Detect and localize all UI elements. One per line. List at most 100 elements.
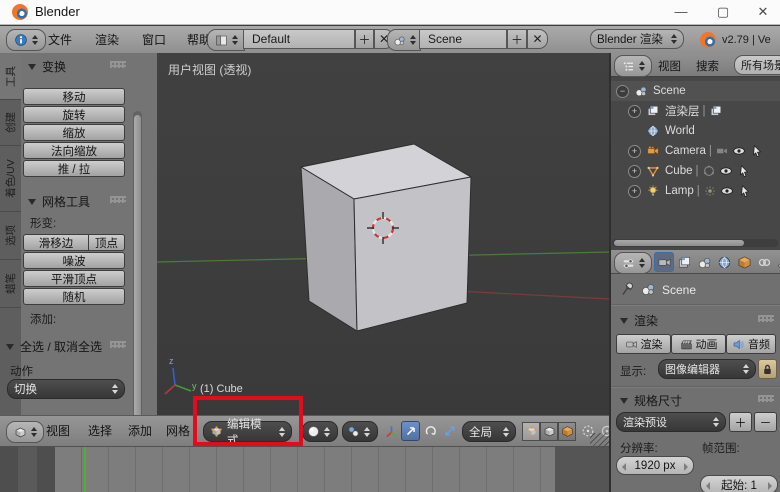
render-button[interactable]: 渲染 [616,334,671,354]
resolution-x-field[interactable]: 1920 px [616,456,694,475]
scene-name-field[interactable]: Scene [419,29,507,49]
randomize-button[interactable]: 随机 [23,288,125,305]
outliner-row-camera[interactable]: + Camera | [610,141,780,161]
region-divider[interactable] [609,53,611,492]
menu-file[interactable]: 文件 [48,26,72,54]
panel-header-transform[interactable]: 变换 [28,58,66,75]
outliner-row-world[interactable]: World [610,121,780,141]
outliner-row-scene[interactable]: − Scene [610,81,780,101]
shelf-tab-grease-pencil[interactable]: 蜡笔 [0,260,21,308]
panel-grip-icon[interactable] [110,341,126,348]
tab-scene[interactable] [694,252,714,272]
panel-grip-icon[interactable] [110,196,126,203]
render-presets-dropdown[interactable]: 渲染预设 [616,412,726,432]
panel-grip-icon[interactable] [110,61,126,68]
shading-dropdown[interactable] [302,421,338,442]
shrink-fatten-button[interactable]: 法向缩放 [23,142,125,159]
edge-slide-button[interactable]: 滑移边 [23,234,89,251]
viewport-menu-select[interactable]: 选择 [88,416,112,446]
menu-render[interactable]: 渲染 [95,26,119,54]
info-editor-type-button[interactable] [6,29,46,51]
panel-header-render[interactable]: 渲染 [620,312,658,329]
preset-remove-button[interactable]: － [754,412,777,432]
screen-layout-name-field[interactable]: Default [243,29,355,49]
maximize-button[interactable]: ▢ [708,0,738,24]
selectability-cursor-icon[interactable] [738,184,752,198]
scale-button[interactable]: 缩放 [23,124,125,141]
tab-render-layers[interactable] [674,252,694,272]
smooth-vertex-button[interactable]: 平滑顶点 [23,270,125,287]
manipulator-toggle-button[interactable] [382,421,400,441]
visibility-eye-icon[interactable] [732,144,746,158]
vertex-slide-button[interactable]: 顶点 [89,234,125,251]
panel-header-select-all[interactable]: 全选 / 取消全选 [6,338,102,355]
visibility-eye-icon[interactable] [719,164,733,178]
orientation-dropdown[interactable]: 全局 [462,421,516,442]
viewport-editor-type-button[interactable] [6,421,44,443]
scene-browse-button[interactable] [387,29,421,51]
pin-icon[interactable] [620,281,636,297]
outliner-hscrollbar-thumb[interactable] [614,240,744,246]
render-engine-dropdown[interactable]: Blender 渲染 [590,29,684,49]
outliner-row-render-layers[interactable]: + 渲染层 | [610,101,780,121]
shelf-scrollbar-thumb[interactable] [134,115,141,415]
rotate-manipulator-button[interactable] [421,421,440,441]
panel-header-mesh-tools[interactable]: 网格工具 [28,193,90,210]
tab-object[interactable] [734,252,754,272]
visibility-eye-icon[interactable] [720,184,734,198]
noise-button[interactable]: 噪波 [23,252,125,269]
viewport-3d[interactable]: 用户视图 (透视) z y (1) Cube [157,53,610,415]
viewport-menu-mesh[interactable]: 网格 [166,416,190,446]
move-button[interactable]: 移动 [23,88,125,105]
tab-modifiers[interactable] [774,252,780,272]
selectability-cursor-icon[interactable] [737,164,751,178]
outliner-scope-dropdown[interactable]: 所有场景 [734,55,780,75]
outliner-row-cube[interactable]: + Cube | [610,161,780,181]
scale-manipulator-button[interactable] [440,421,459,441]
expand-icon[interactable]: + [628,185,641,198]
panel-grip-icon[interactable] [758,395,774,402]
outliner-menu-search[interactable]: 搜索 [696,58,719,74]
mode-dropdown[interactable]: 编辑模式 [203,421,292,442]
audio-button[interactable]: 音频 [726,334,776,354]
shelf-tab-tools[interactable]: 工具 [0,54,21,100]
animation-button[interactable]: 动画 [671,334,726,354]
collapse-icon[interactable]: − [616,85,629,98]
outliner-menu-view[interactable]: 视图 [658,58,681,74]
timeline-strip[interactable] [0,447,610,492]
preset-add-button[interactable]: ＋ [729,412,752,432]
expand-icon[interactable]: + [628,105,641,118]
screen-layout-browse-button[interactable] [207,29,245,51]
scene-add-button[interactable]: ＋ [507,29,527,49]
edge-select-mode-button[interactable] [540,422,558,441]
scene-close-button[interactable]: ✕ [527,29,548,49]
vertex-select-mode-button[interactable] [522,422,540,441]
rotate-button[interactable]: 旋转 [23,106,125,123]
properties-editor-type-button[interactable] [614,252,652,274]
shelf-tab-shading-uv[interactable]: 着色/UV [0,146,21,212]
shelf-tab-create[interactable]: 创建 [0,100,21,146]
playhead-line[interactable] [84,447,86,492]
selectability-cursor-icon[interactable] [750,144,764,158]
display-dropdown[interactable]: 图像编辑器 [658,359,756,379]
translate-manipulator-button[interactable] [401,421,420,441]
viewport-menu-view[interactable]: 视图 [46,416,70,446]
outliner-row-lamp[interactable]: + Lamp | [610,181,780,201]
expand-icon[interactable]: + [628,145,641,158]
panel-grip-icon[interactable] [758,315,774,322]
pivot-dropdown[interactable] [342,421,378,442]
action-dropdown[interactable]: 切换 [7,379,125,399]
shelf-tab-options[interactable]: 选项 [0,212,21,260]
breadcrumb-scene[interactable]: Scene [662,283,696,297]
expand-icon[interactable]: + [628,165,641,178]
face-select-mode-button[interactable] [558,422,576,441]
minimize-button[interactable]: — [666,0,696,24]
viewport-menu-add[interactable]: 添加 [128,416,152,446]
frame-start-field[interactable]: 起始: 1 [700,475,778,492]
tab-constraints[interactable] [754,252,774,272]
menu-window[interactable]: 窗口 [142,26,166,54]
panel-header-dimensions[interactable]: 规格尺寸 [620,392,682,409]
push-pull-button[interactable]: 推 / 拉 [23,160,125,177]
screen-layout-add-button[interactable]: ＋ [355,29,374,49]
close-button[interactable]: ✕ [748,0,778,24]
